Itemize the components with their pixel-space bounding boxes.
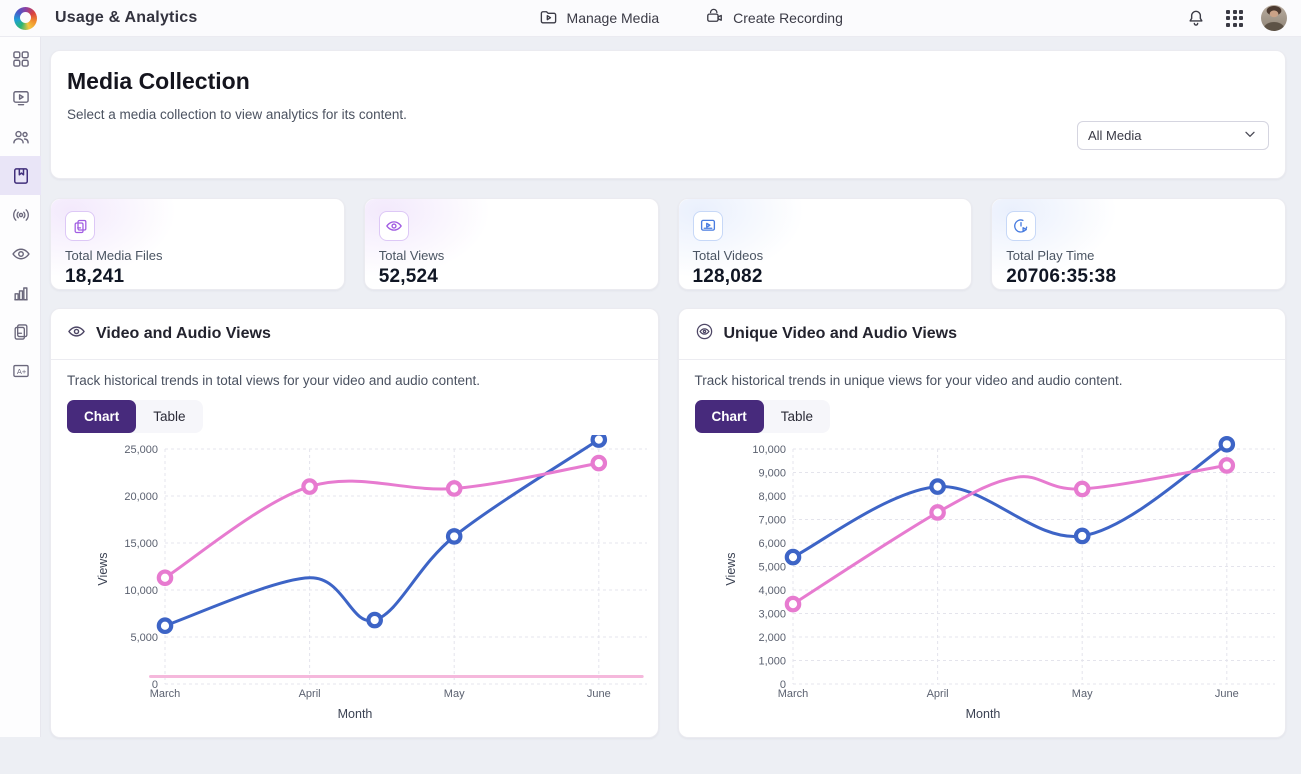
eye-icon bbox=[67, 322, 86, 346]
svg-text:April: April bbox=[299, 688, 321, 700]
topbar: Usage & Analytics Manage Media Create Re… bbox=[0, 0, 1301, 37]
stat-value: 52,524 bbox=[379, 266, 644, 288]
sidebar-item-eye-icon[interactable] bbox=[0, 234, 41, 273]
sidebar-item-user-group-icon[interactable] bbox=[0, 117, 41, 156]
create-recording-button[interactable]: Create Recording bbox=[697, 1, 851, 35]
svg-text:15,000: 15,000 bbox=[124, 538, 158, 550]
stat-label: Total Videos bbox=[693, 248, 958, 263]
media-collection-title: Media Collection bbox=[67, 68, 1269, 95]
tab-table[interactable]: Table bbox=[136, 400, 202, 433]
svg-text:March: March bbox=[777, 688, 808, 700]
svg-text:3,000: 3,000 bbox=[758, 609, 786, 621]
sidebar-item-documents-icon[interactable] bbox=[0, 312, 41, 351]
sidebar-item-dashboard-grid-icon[interactable] bbox=[0, 39, 41, 78]
svg-text:10,000: 10,000 bbox=[752, 444, 786, 456]
sidebar-item-a-plus-icon[interactable]: A+ bbox=[0, 351, 41, 390]
views-eye-icon bbox=[379, 211, 409, 241]
charts-row: Video and Audio Views Track historical t… bbox=[50, 308, 1286, 738]
play-time-icon bbox=[1006, 211, 1036, 241]
stats-row: Total Media Files 18,241 Total Views 52,… bbox=[50, 198, 1286, 290]
svg-text:June: June bbox=[587, 688, 611, 700]
chevron-down-icon bbox=[1242, 126, 1258, 145]
svg-text:4,000: 4,000 bbox=[758, 585, 786, 597]
apps-grid-icon[interactable] bbox=[1224, 8, 1245, 29]
unique-views-icon bbox=[695, 322, 714, 346]
stat-value: 128,082 bbox=[693, 266, 958, 288]
svg-text:A+: A+ bbox=[16, 366, 26, 375]
unique-video-audio-views-card: Unique Video and Audio Views Track histo… bbox=[678, 308, 1287, 738]
user-avatar[interactable] bbox=[1261, 5, 1287, 31]
manage-media-label: Manage Media bbox=[567, 10, 660, 26]
chart-card-title: Video and Audio Views bbox=[96, 325, 271, 343]
page-title: Usage & Analytics bbox=[55, 9, 197, 27]
stat-label: Total Play Time bbox=[1006, 248, 1271, 263]
svg-text:20,000: 20,000 bbox=[124, 491, 158, 503]
stat-label: Total Media Files bbox=[65, 248, 330, 263]
svg-text:Views: Views bbox=[724, 552, 738, 585]
svg-text:10,000: 10,000 bbox=[124, 585, 158, 597]
sidebar-item-media-player-icon[interactable] bbox=[0, 78, 41, 117]
svg-text:25,000: 25,000 bbox=[124, 444, 158, 456]
svg-text:May: May bbox=[1071, 688, 1092, 700]
svg-text:8,000: 8,000 bbox=[758, 491, 786, 503]
dropdown-selected-value: All Media bbox=[1088, 128, 1141, 143]
svg-text:7,000: 7,000 bbox=[758, 515, 786, 527]
svg-text:Views: Views bbox=[96, 552, 110, 585]
svg-text:5,000: 5,000 bbox=[758, 562, 786, 574]
chart-card-title: Unique Video and Audio Views bbox=[724, 325, 958, 343]
create-recording-label: Create Recording bbox=[733, 10, 843, 26]
svg-text:6,000: 6,000 bbox=[758, 538, 786, 550]
stat-card-total-videos: Total Videos 128,082 bbox=[678, 198, 973, 290]
stat-value: 18,241 bbox=[65, 266, 330, 288]
svg-text:May: May bbox=[444, 688, 465, 700]
sidebar-item-live-broadcast-icon[interactable] bbox=[0, 195, 41, 234]
views-line-chart[interactable]: 05,00010,00015,00020,00025,000MarchApril… bbox=[51, 435, 659, 735]
manage-media-button[interactable]: Manage Media bbox=[531, 1, 668, 35]
sidebar-item-bar-chart-icon[interactable] bbox=[0, 273, 41, 312]
svg-text:June: June bbox=[1214, 688, 1238, 700]
svg-text:April: April bbox=[926, 688, 948, 700]
create-recording-camera-icon bbox=[705, 7, 724, 29]
app-logo-icon[interactable] bbox=[14, 7, 37, 30]
svg-text:9,000: 9,000 bbox=[758, 468, 786, 480]
main-content: Media Collection Select a media collecti… bbox=[41, 37, 1301, 738]
chart-card-description: Track historical trends in total views f… bbox=[67, 373, 642, 388]
svg-text:Month: Month bbox=[965, 707, 1000, 721]
media-files-icon bbox=[65, 211, 95, 241]
chart-table-tab-group: Chart Table bbox=[695, 400, 831, 433]
sidebar-item-book-icon[interactable] bbox=[0, 156, 41, 195]
media-collection-dropdown[interactable]: All Media bbox=[1077, 121, 1269, 150]
chart-table-tab-group: Chart Table bbox=[67, 400, 203, 433]
sidebar: A+ bbox=[0, 37, 41, 737]
svg-text:March: March bbox=[150, 688, 181, 700]
svg-text:1,000: 1,000 bbox=[758, 656, 786, 668]
svg-text:Month: Month bbox=[338, 707, 373, 721]
svg-text:2,000: 2,000 bbox=[758, 632, 786, 644]
tab-chart[interactable]: Chart bbox=[67, 400, 136, 433]
media-collection-description: Select a media collection to view analyt… bbox=[67, 107, 1269, 122]
tab-chart[interactable]: Chart bbox=[695, 400, 764, 433]
manage-media-folder-icon bbox=[539, 7, 558, 29]
unique-views-line-chart[interactable]: 01,0002,0003,0004,0005,0006,0007,0008,00… bbox=[679, 435, 1287, 735]
stat-card-total-play-time: Total Play Time 20706:35:38 bbox=[991, 198, 1286, 290]
notifications-bell-icon[interactable] bbox=[1184, 6, 1208, 30]
videos-icon bbox=[693, 211, 723, 241]
stat-card-total-views: Total Views 52,524 bbox=[364, 198, 659, 290]
stat-label: Total Views bbox=[379, 248, 644, 263]
media-collection-card: Media Collection Select a media collecti… bbox=[50, 50, 1286, 179]
stat-card-total-media-files: Total Media Files 18,241 bbox=[50, 198, 345, 290]
video-audio-views-card: Video and Audio Views Track historical t… bbox=[50, 308, 659, 738]
stat-value: 20706:35:38 bbox=[1006, 266, 1271, 288]
chart-card-description: Track historical trends in unique views … bbox=[695, 373, 1270, 388]
svg-text:5,000: 5,000 bbox=[130, 632, 158, 644]
tab-table[interactable]: Table bbox=[764, 400, 830, 433]
